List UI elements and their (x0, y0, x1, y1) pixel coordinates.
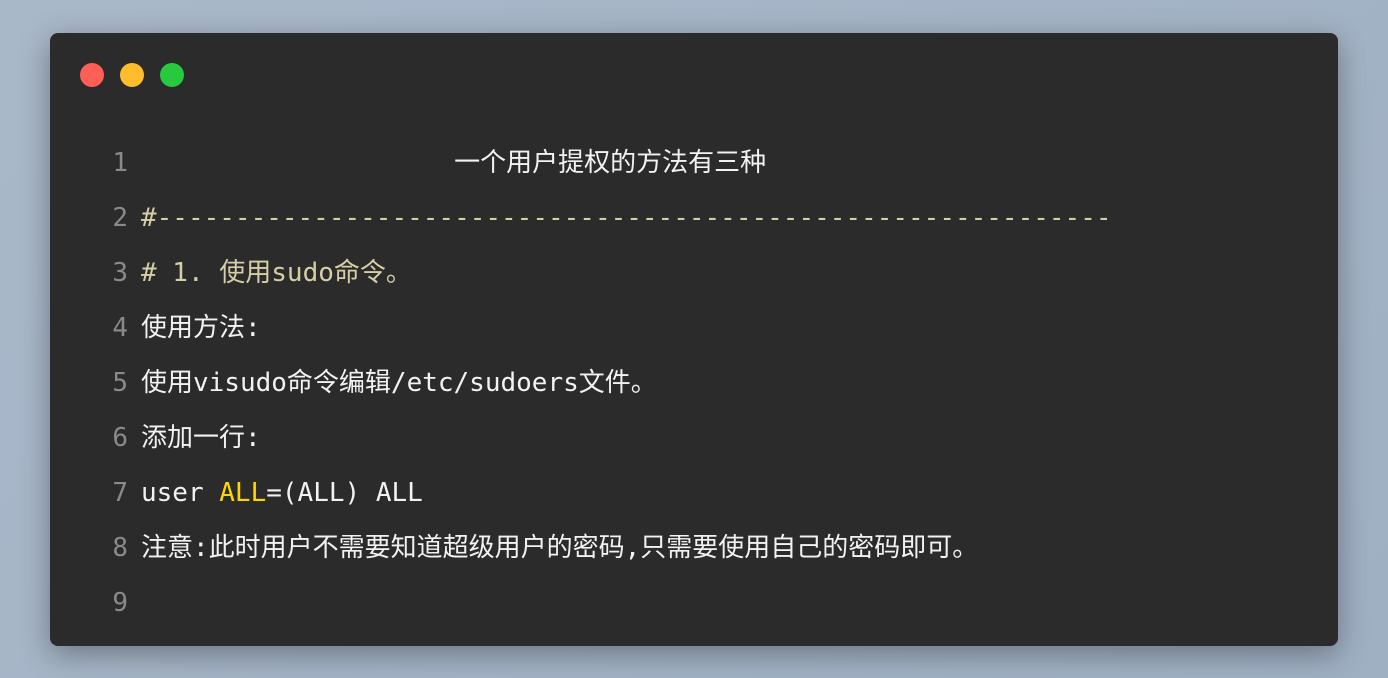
minimize-button[interactable] (120, 63, 144, 87)
code-token: user (141, 478, 220, 508)
code-token: =(ALL) ALL (266, 478, 423, 508)
keyword-token: ALL (219, 478, 267, 508)
maximize-button[interactable] (160, 63, 184, 87)
line-text: 使用方法: (141, 313, 261, 343)
code-block: 1 一个用户提权的方法有三种 2 #-----------------------… (50, 136, 1338, 631)
code-line: 2 #--------------------------------------… (50, 191, 1338, 246)
line-number: 6 (112, 423, 128, 453)
line-text: user ALL=(ALL) ALL (141, 466, 423, 521)
line-number: 1 (112, 148, 128, 178)
code-window: 1 一个用户提权的方法有三种 2 #-----------------------… (50, 33, 1338, 646)
code-line: 3 # 1. 使用sudo命令。 (50, 246, 1338, 301)
line-number: 9 (112, 588, 128, 618)
line-number: 2 (112, 203, 128, 233)
code-line: 4 使用方法: (50, 301, 1338, 356)
line-number: 7 (112, 478, 128, 508)
close-button[interactable] (80, 63, 104, 87)
line-number: 3 (112, 258, 128, 288)
line-text: 注意:此时用户不需要知道超级用户的密码,只需要使用自己的密码即可。 (141, 533, 979, 563)
line-number: 5 (112, 368, 128, 398)
code-line: 6 添加一行: (50, 411, 1338, 466)
comment-text: #---------------------------------------… (141, 203, 1112, 233)
comment-text: # 1. 使用sudo命令。 (141, 258, 412, 288)
code-line: 5 使用visudo命令编辑/etc/sudoers文件。 (50, 356, 1338, 411)
code-line: 1 一个用户提权的方法有三种 (50, 136, 1338, 191)
line-text: 一个用户提权的方法有三种 (141, 148, 767, 178)
line-number: 8 (112, 533, 128, 563)
code-line: 7 user ALL=(ALL) ALL (50, 466, 1338, 521)
line-number: 4 (112, 313, 128, 343)
line-text: 使用visudo命令编辑/etc/sudoers文件。 (141, 368, 657, 398)
code-line: 9 (50, 576, 1338, 631)
line-text: 添加一行: (141, 423, 261, 453)
code-line: 8 注意:此时用户不需要知道超级用户的密码,只需要使用自己的密码即可。 (50, 521, 1338, 576)
